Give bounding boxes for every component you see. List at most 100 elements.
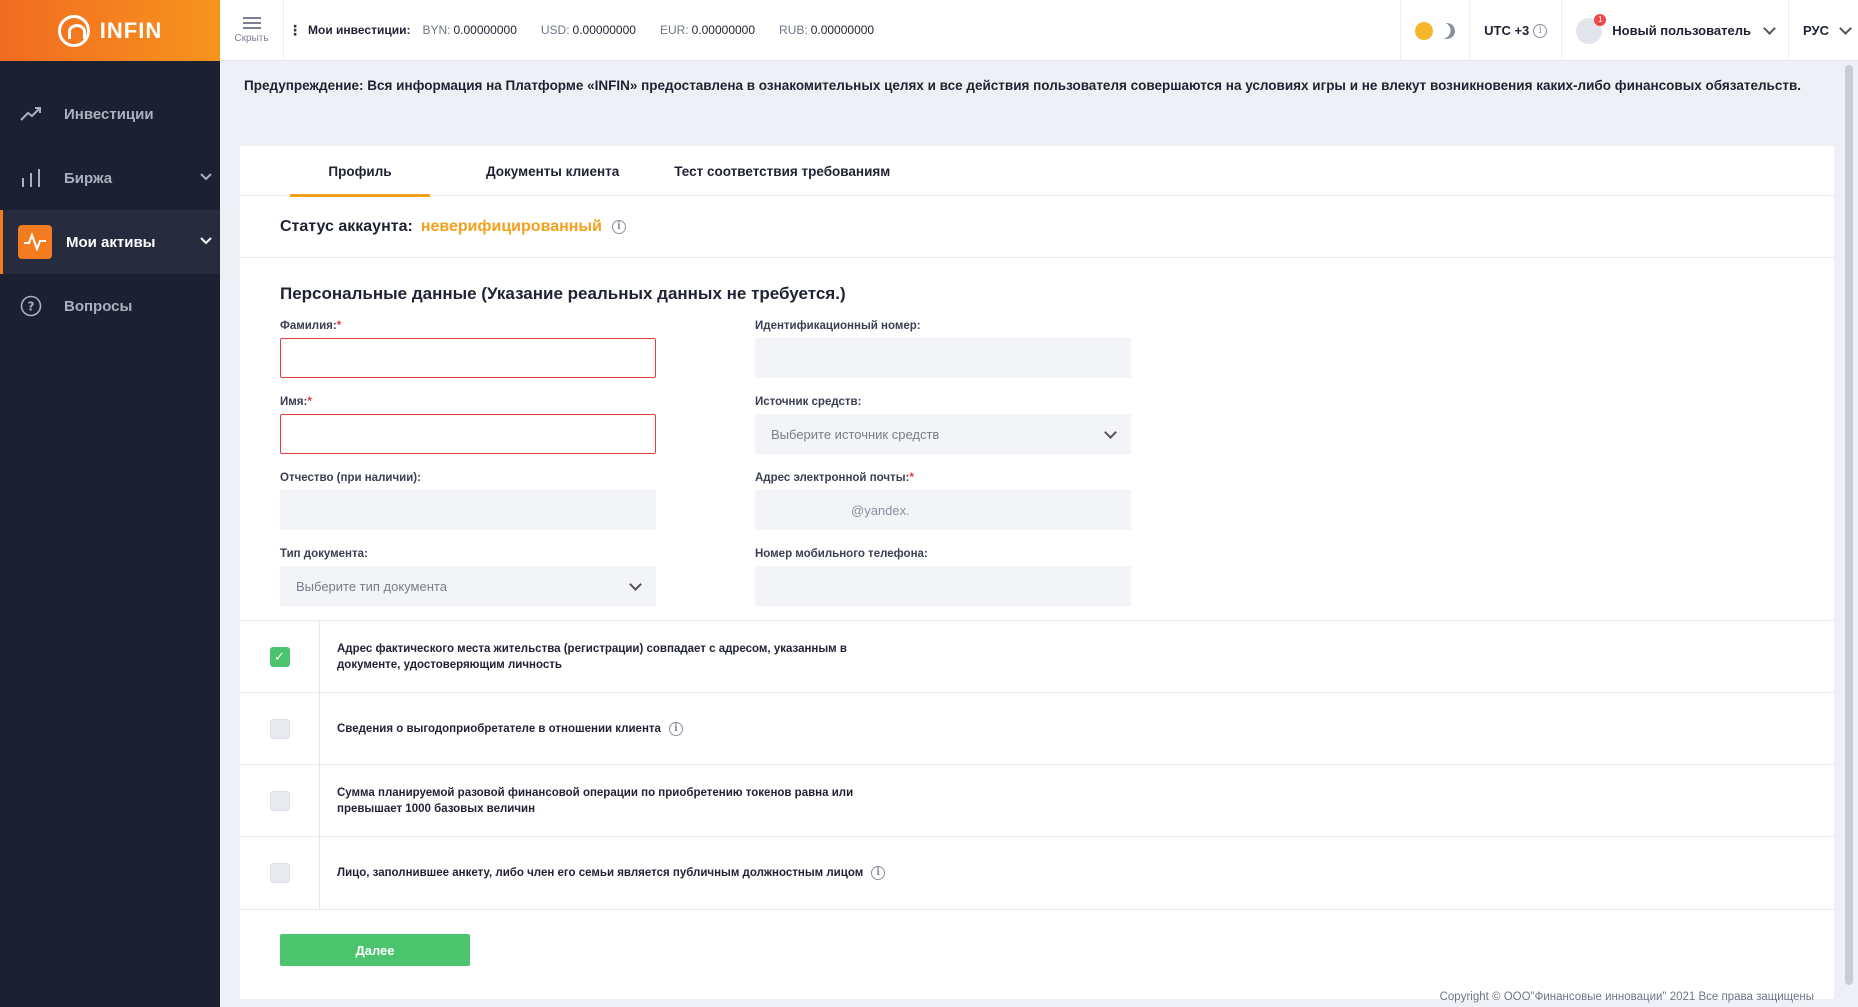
balance-usd: USD: 0.00000000 — [540, 23, 636, 37]
scrollbar[interactable] — [1842, 61, 1858, 1007]
email-label: Адрес электронной почты:* — [755, 472, 914, 484]
doc-type-placeholder: Выберите тип документа — [296, 578, 447, 594]
status-label: Статус аккаунта: — [280, 217, 413, 235]
id-number-input[interactable] — [755, 338, 1131, 378]
phone-label: Номер мобильного телефона: — [755, 548, 928, 560]
list-item: ✓ Адрес фактического места жительства (р… — [240, 621, 1834, 693]
public-official-checkbox[interactable] — [269, 863, 290, 883]
funds-source-select[interactable]: Выберите источник средств — [755, 414, 1131, 454]
section-title: Персональные данные (Указание реальных д… — [280, 284, 846, 303]
chevron-down-icon — [629, 577, 642, 591]
chevron-down-icon — [1104, 425, 1117, 439]
checkbox-cell — [240, 765, 320, 836]
bar-chart-icon — [18, 165, 44, 191]
name-input[interactable] — [280, 414, 656, 454]
patronymic-field: Отчество (при наличии): — [280, 472, 656, 530]
name-field: Имя:* — [280, 396, 656, 454]
name-label: Имя:* — [280, 396, 312, 408]
id-number-label: Идентификационный номер: — [755, 320, 921, 332]
sidebar-item-investments[interactable]: Инвестиции — [0, 82, 220, 146]
doc-type-field: Тип документа: Выберите тип документа — [280, 548, 656, 606]
surname-input[interactable] — [280, 338, 656, 378]
sun-icon[interactable] — [1415, 21, 1434, 40]
notification-badge: 1 — [1594, 13, 1607, 26]
check-label: Сведения о выгодоприобретателе в отношен… — [320, 693, 880, 764]
warning-text: Предупреждение: Вся информация на Платфо… — [244, 78, 1802, 93]
info-icon[interactable]: i — [668, 721, 683, 736]
logo-icon — [57, 14, 90, 47]
checkbox-cell — [240, 837, 320, 909]
surname-field: Фамилия:* — [280, 320, 656, 378]
large-operation-checkbox[interactable] — [269, 790, 290, 811]
chevron-down-icon[interactable] — [200, 232, 212, 249]
info-icon[interactable]: i — [1533, 23, 1548, 38]
logo[interactable]: INFIN — [0, 0, 220, 61]
surname-label: Фамилия:* — [280, 320, 342, 332]
list-item: Лицо, заполнившее анкету, либо член его … — [240, 837, 1834, 909]
hide-label: Скрыть — [234, 32, 269, 44]
check-label: Адрес фактического места жительства (рег… — [337, 642, 847, 671]
checkbox-cell: ✓ — [240, 621, 320, 692]
email-value: @yandex. — [851, 502, 910, 518]
sidebar-item-questions[interactable]: ? Вопросы — [0, 274, 220, 338]
balance-byn: BYN: 0.00000000 — [422, 23, 517, 37]
sidebar-item-label: Вопросы — [64, 297, 133, 315]
sidebar-item-my-assets[interactable]: Мои активы — [0, 210, 220, 274]
sidebar: INFIN Инвестиции Биржа Мои активы ? Вопр… — [0, 0, 220, 1007]
tabs: Профиль Документы клиента Тест соответст… — [240, 146, 1834, 197]
sidebar-item-label: Мои активы — [66, 233, 156, 251]
chevron-down-icon[interactable] — [200, 168, 212, 185]
sidebar-item-exchange[interactable]: Биржа — [0, 146, 220, 210]
check-label: Сумма планируемой разовой финансовой опе… — [337, 786, 854, 815]
pulse-icon — [18, 225, 52, 259]
avatar: 1 — [1576, 13, 1607, 44]
tab-compliance-test[interactable]: Тест соответствия требованиям — [674, 146, 890, 196]
phone-input[interactable] — [755, 566, 1131, 606]
more-vertical-icon[interactable]: ⋮ — [288, 22, 302, 39]
funds-source-label: Источник средств: — [755, 396, 862, 408]
sidebar-item-label: Биржа — [64, 169, 113, 187]
timezone[interactable]: UTC +3 i — [1469, 0, 1561, 61]
profile-card: Профиль Документы клиента Тест соответст… — [240, 146, 1834, 999]
question-circle-icon: ? — [18, 293, 44, 319]
sidebar-nav: Инвестиции Биржа Мои активы ? Вопросы — [0, 82, 220, 338]
investments-title: Мои инвестиции: — [308, 23, 411, 37]
beneficiary-checkbox[interactable] — [269, 718, 290, 739]
status-badge: неверифицированный — [420, 217, 602, 235]
funds-source-placeholder: Выберите источник средств — [771, 426, 940, 442]
balance-eur: EUR: 0.00000000 — [659, 23, 756, 37]
patronymic-input[interactable] — [280, 490, 656, 530]
funds-source-field: Источник средств: Выберите источник сред… — [755, 396, 1131, 454]
list-item: Сведения о выгодоприобретателе в отношен… — [240, 693, 1834, 765]
tab-profile[interactable]: Профиль — [290, 146, 430, 197]
top-bar: Скрыть ⋮ Мои инвестиции: BYN: 0.00000000 … — [220, 0, 1858, 61]
email-input[interactable]: @yandex. — [755, 490, 1131, 530]
personal-form: Фамилия:* Имя:* Отчество (при наличии): … — [240, 320, 1834, 620]
address-match-checkbox[interactable]: ✓ — [269, 646, 290, 667]
moon-icon[interactable] — [1437, 20, 1458, 41]
brand-name: INFIN — [99, 17, 163, 43]
doc-type-label: Тип документа: — [280, 548, 368, 560]
sidebar-item-label: Инвестиции — [64, 105, 154, 123]
copyright: Copyright © ООО"Финансовые инновации" 20… — [1439, 991, 1814, 1003]
form-footer: Далее — [240, 909, 1834, 989]
phone-field: Номер мобильного телефона: — [755, 548, 1131, 606]
doc-type-select[interactable]: Выберите тип документа — [280, 566, 656, 606]
user-menu[interactable]: 1 Новый пользователь — [1561, 0, 1788, 61]
svg-text:?: ? — [28, 300, 35, 314]
list-item: Сумма планируемой разовой финансовой опе… — [240, 765, 1834, 837]
declarations-list: ✓ Адрес фактического места жительства (р… — [240, 620, 1834, 909]
info-icon[interactable]: i — [611, 219, 626, 234]
id-number-field: Идентификационный номер: — [755, 320, 1131, 378]
tab-client-documents[interactable]: Документы клиента — [486, 146, 619, 196]
info-icon[interactable]: i — [871, 866, 886, 880]
checkbox-cell — [240, 693, 320, 764]
account-status: Статус аккаунта: неверифицированный i — [240, 196, 1834, 258]
trend-up-icon — [18, 101, 44, 127]
hide-sidebar-button[interactable]: Скрыть — [220, 0, 284, 61]
check-label: Лицо, заполнившее анкету, либо член его … — [320, 837, 940, 909]
next-button[interactable]: Далее — [280, 934, 470, 966]
language-select[interactable]: РУС — [1788, 0, 1858, 61]
theme-toggle[interactable] — [1400, 0, 1469, 61]
scrollbar-thumb[interactable] — [1845, 65, 1853, 985]
